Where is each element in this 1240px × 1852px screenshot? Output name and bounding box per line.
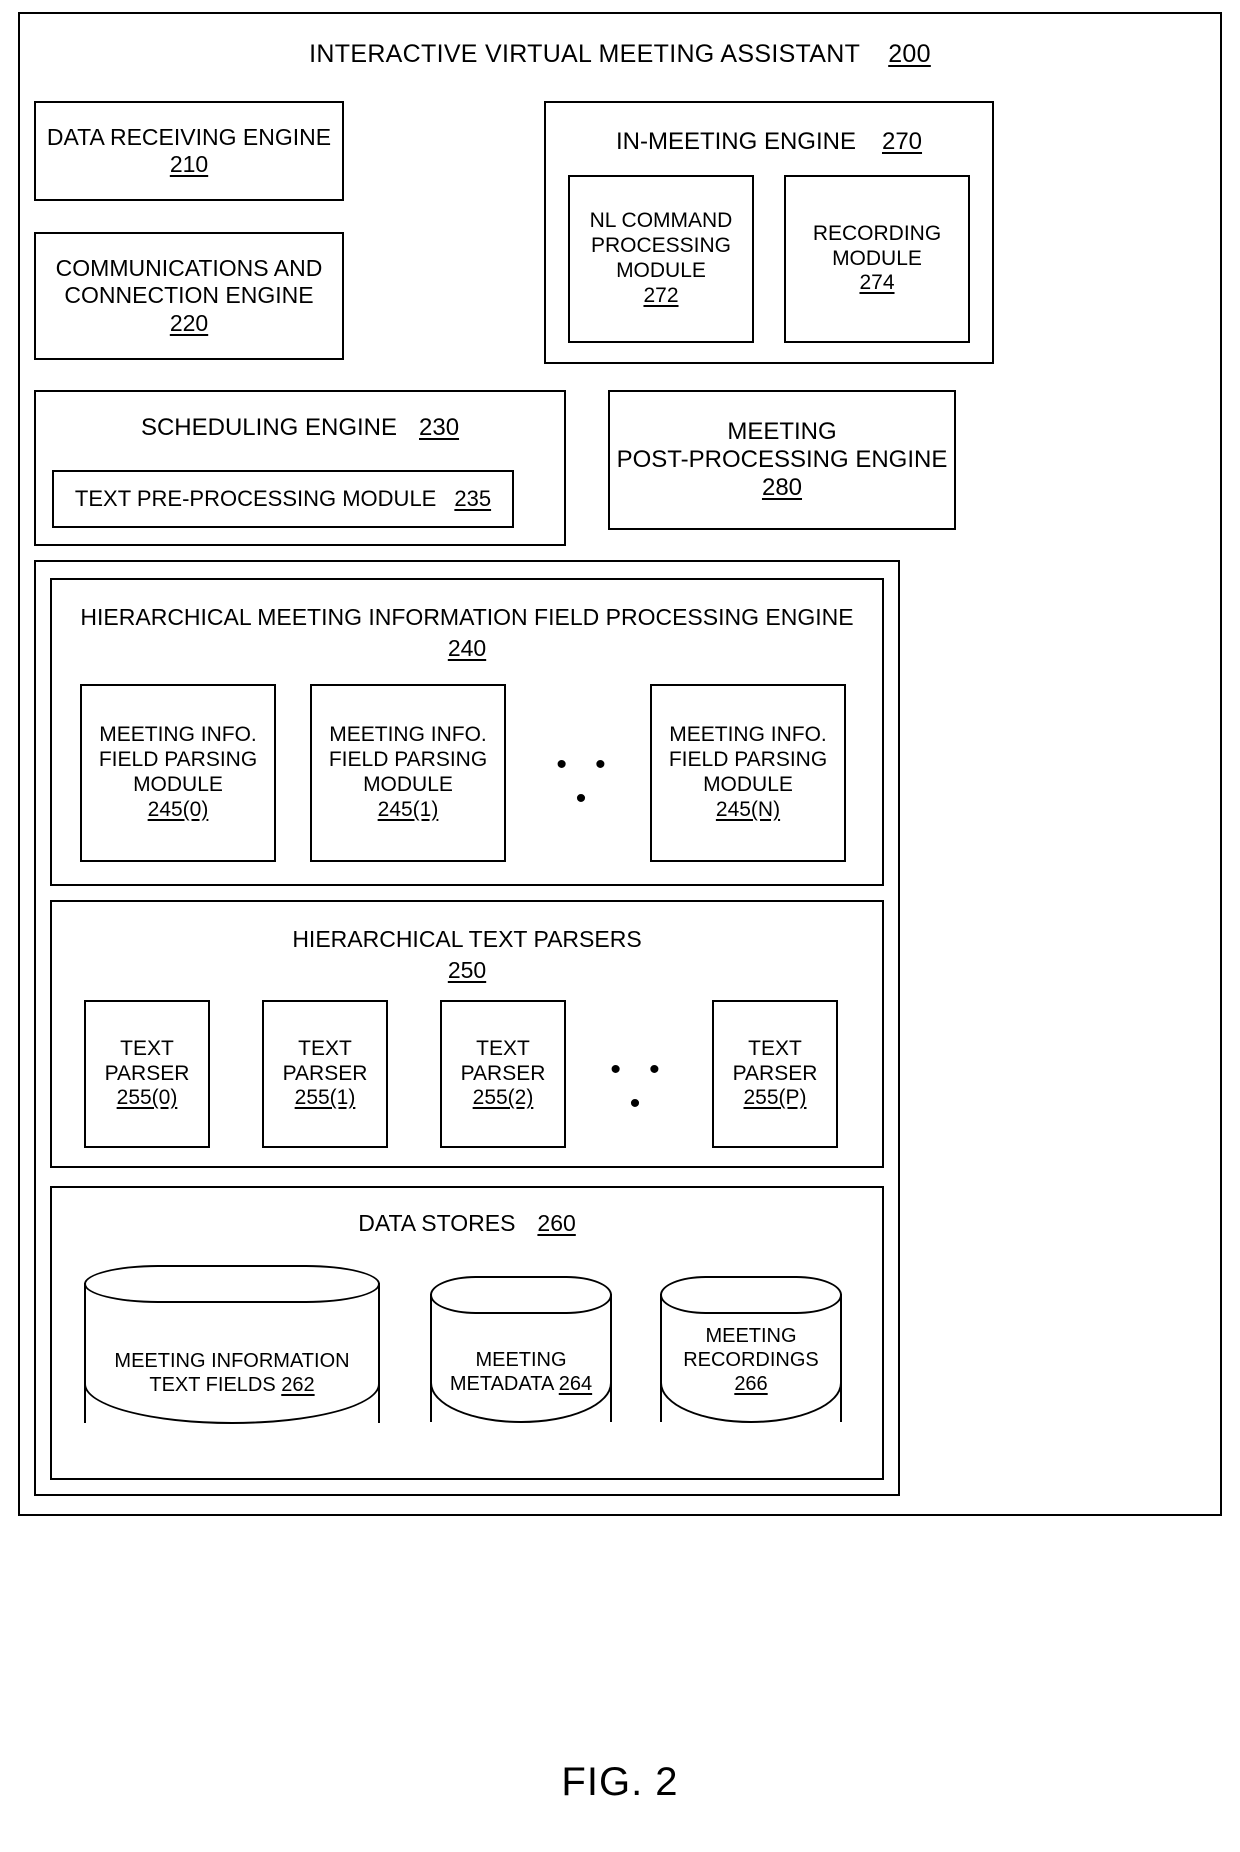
block-label-line3: MODULE — [703, 773, 793, 796]
block-label-line1: RECORDING — [812, 221, 942, 245]
datastore-ref: 264 — [558, 1373, 593, 1395]
datastore-ref: 266 — [734, 1373, 768, 1395]
block-label: HIERARCHICAL MEETING INFORMATION FIELD P… — [80, 604, 854, 630]
figure-title: INTERACTIVE VIRTUAL MEETING ASSISTANT 200 — [18, 40, 1222, 69]
block-label: DATA RECEIVING ENGINE — [46, 123, 332, 150]
block-label-line1: TEXT — [748, 1036, 802, 1060]
block-ref: 230 — [419, 414, 460, 441]
block-label-line1: TEXT — [120, 1036, 174, 1060]
block-ref: 280 — [761, 474, 803, 502]
block-ref: 260 — [537, 1210, 576, 1236]
block-ref: 255(P) — [743, 1086, 807, 1110]
block-label-line2: FIELD PARSING — [328, 748, 488, 772]
block-ref: 210 — [169, 151, 209, 177]
block-label-line2: FIELD PARSING — [98, 748, 258, 772]
block-label-line2: FIELD PARSING — [668, 748, 828, 772]
block-text-pre-processing-module: TEXT PRE-PROCESSING MODULE 235 — [52, 470, 514, 528]
block-label-line2: CONNECTION ENGINE — [64, 282, 314, 309]
block-label: TEXT PRE-PROCESSING MODULE — [74, 486, 437, 512]
block-ref: 250 — [447, 957, 487, 984]
block-ref: 235 — [454, 486, 492, 512]
block-label-line2: PARSER — [732, 1061, 818, 1085]
block-label: DATA STORES — [358, 1210, 516, 1236]
block-label-line1: NL COMMAND — [589, 209, 733, 233]
ellipsis-parsing-modules: • • • — [556, 748, 616, 815]
block-label-line3: MODULE — [363, 773, 453, 796]
block-header: HIERARCHICAL MEETING INFORMATION FIELD P… — [52, 580, 882, 664]
block-data-receiving-engine: DATA RECEIVING ENGINE 210 — [34, 101, 344, 201]
block-text-parser: TEXT PARSER 255(1) — [262, 1000, 388, 1148]
cylinder-top — [430, 1276, 612, 1314]
block-label-line2: PARSER — [460, 1061, 546, 1085]
block-communications-and-connection-engine: COMMUNICATIONS AND CONNECTION ENGINE 220 — [34, 232, 344, 360]
block-header: DATA STORES 260 — [52, 1188, 882, 1237]
block-label-line2: POST-PROCESSING ENGINE — [616, 445, 948, 473]
datastore-label-line1: MEETING — [705, 1325, 797, 1347]
block-label-line1: MEETING — [727, 417, 837, 445]
block-ref: 272 — [643, 283, 679, 307]
block-label: IN-MEETING ENGINE — [615, 128, 856, 155]
block-ref: 255(0) — [116, 1086, 178, 1110]
datastore-label-line1: MEETING — [475, 1349, 567, 1371]
block-header: SCHEDULING ENGINE 230 — [36, 392, 564, 442]
datastore-meeting-information-text-fields: MEETING INFORMATION TEXT FIELDS 262 — [84, 1265, 380, 1424]
datastore-ref: 262 — [281, 1374, 315, 1396]
cylinder-top — [660, 1276, 842, 1314]
block-label-line2: MODULE — [832, 246, 922, 270]
block-label-line2: PARSER — [282, 1061, 368, 1085]
block-text-parser: TEXT PARSER 255(2) — [440, 1000, 566, 1148]
block-text-parser: TEXT PARSER 255(0) — [84, 1000, 210, 1148]
block-label-line3: MODULE — [616, 259, 706, 282]
block-label: HIERARCHICAL TEXT PARSERS — [292, 926, 642, 952]
datastore-meeting-recordings: MEETING RECORDINGS 266 — [660, 1276, 842, 1423]
ellipsis-text-parsers: • • • — [610, 1053, 670, 1120]
block-meeting-info-field-parsing-module: MEETING INFO. FIELD PARSING MODULE 245(1… — [310, 684, 506, 862]
datastore-label-line2: RECORDINGS — [683, 1349, 819, 1371]
block-recording-module: RECORDING MODULE 274 — [784, 175, 970, 343]
block-nl-command-processing-module: NL COMMAND PROCESSING MODULE 272 — [568, 175, 754, 343]
block-label-line2: PARSER — [104, 1061, 190, 1085]
figure-title-label: INTERACTIVE VIRTUAL MEETING ASSISTANT — [309, 40, 861, 68]
datastore-label-line1: MEETING INFORMATION — [114, 1350, 350, 1372]
block-ref: 245(N) — [715, 797, 781, 821]
block-label-line1: MEETING INFO. — [99, 723, 257, 747]
cylinder-top — [84, 1265, 380, 1303]
block-meeting-info-field-parsing-module: MEETING INFO. FIELD PARSING MODULE 245(N… — [650, 684, 846, 862]
block-ref: 245(1) — [377, 797, 439, 821]
datastore-meeting-metadata: MEETING METADATA 264 — [430, 1276, 612, 1423]
block-ref: 220 — [169, 309, 209, 336]
block-header: IN-MEETING ENGINE 270 — [546, 103, 992, 156]
block-label-line1: COMMUNICATIONS AND — [55, 255, 323, 282]
block-label-line1: TEXT — [298, 1036, 352, 1060]
block-label: SCHEDULING ENGINE — [140, 414, 397, 441]
block-ref: 245(0) — [147, 797, 209, 821]
figure-page: INTERACTIVE VIRTUAL MEETING ASSISTANT 200… — [0, 0, 1240, 1852]
cylinder-label: MEETING METADATA 264 — [430, 1348, 612, 1422]
datastore-label-line2: METADATA — [449, 1373, 554, 1395]
block-header: TEXT PRE-PROCESSING MODULE 235 — [75, 486, 491, 512]
cylinder-label: MEETING INFORMATION TEXT FIELDS 262 — [84, 1349, 380, 1423]
block-ref: 270 — [881, 128, 923, 155]
block-label-line1: MEETING INFO. — [669, 723, 827, 747]
block-label-line1: MEETING INFO. — [329, 723, 487, 747]
block-label-line1: TEXT — [476, 1036, 530, 1060]
block-meeting-post-processing-engine: MEETING POST-PROCESSING ENGINE 280 — [608, 390, 956, 530]
block-ref: 240 — [447, 635, 487, 662]
datastore-label-line2: TEXT FIELDS — [149, 1374, 276, 1396]
figure-title-ref: 200 — [888, 40, 931, 68]
block-header: HIERARCHICAL TEXT PARSERS 250 — [52, 902, 882, 986]
block-label-line2: PROCESSING — [590, 234, 732, 258]
figure-caption: FIG. 2 — [561, 1760, 679, 1804]
block-label-line3: MODULE — [133, 773, 223, 796]
cylinder-label: MEETING RECORDINGS 266 — [660, 1324, 842, 1422]
block-meeting-info-field-parsing-module: MEETING INFO. FIELD PARSING MODULE 245(0… — [80, 684, 276, 862]
block-ref: 274 — [859, 271, 895, 295]
block-ref: 255(2) — [472, 1086, 534, 1110]
block-text-parser: TEXT PARSER 255(P) — [712, 1000, 838, 1148]
block-ref: 255(1) — [294, 1086, 356, 1110]
